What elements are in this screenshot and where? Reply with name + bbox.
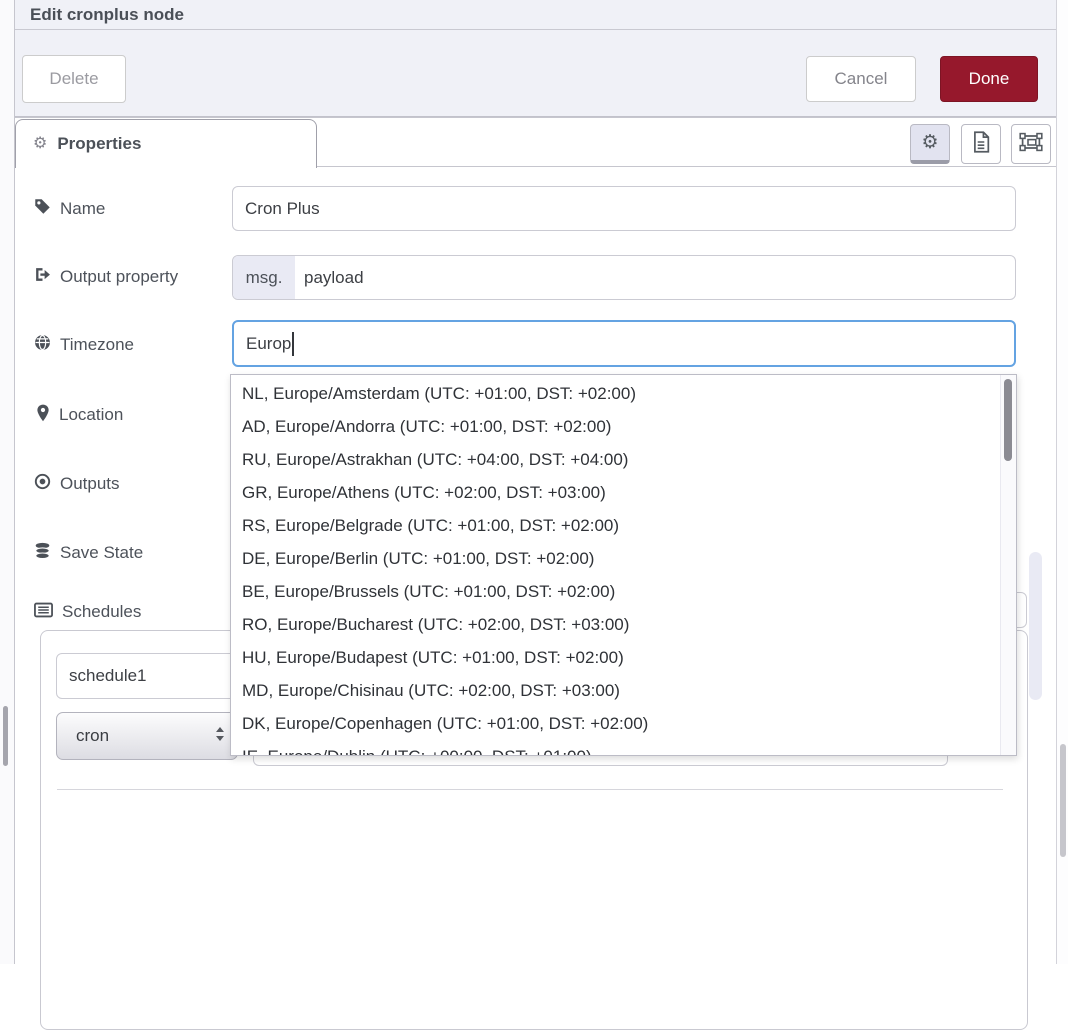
output-property-typed-input[interactable]: msg. payload — [232, 255, 1016, 300]
timezone-label: Timezone — [34, 332, 134, 358]
select-arrows-icon — [215, 726, 225, 747]
dot-circle-icon — [34, 473, 51, 495]
timezone-option[interactable]: RS, Europe/Belgrade (UTC: +01:00, DST: +… — [231, 509, 1016, 542]
done-button[interactable]: Done — [940, 56, 1038, 102]
gear-icon: ⚙ — [33, 136, 47, 152]
timezone-option[interactable]: HU, Europe/Budapest (UTC: +01:00, DST: +… — [231, 641, 1016, 674]
output-property-value[interactable]: payload — [295, 256, 1015, 299]
outputs-label: Outputs — [34, 471, 120, 497]
properties-tab-button[interactable]: ⚙ — [910, 124, 950, 164]
name-input[interactable] — [232, 186, 1016, 231]
dropdown-scrollbar-track[interactable] — [1000, 375, 1016, 755]
database-icon — [34, 542, 51, 565]
timezone-option[interactable]: GR, Europe/Athens (UTC: +02:00, DST: +03… — [231, 476, 1016, 509]
form-scrollbar-thumb[interactable] — [1029, 552, 1042, 700]
tab-properties[interactable]: ⚙ Properties — [15, 119, 317, 168]
timezone-option[interactable]: DE, Europe/Berlin (UTC: +01:00, DST: +02… — [231, 542, 1016, 575]
gear-icon: ⚙ — [921, 133, 938, 152]
name-label: Name — [34, 196, 105, 222]
timezone-input-text: Europ — [246, 334, 291, 354]
location-label: Location — [36, 402, 123, 428]
tray-resize-gutter — [0, 0, 15, 964]
map-marker-icon — [36, 404, 50, 427]
timezone-dropdown: NL, Europe/Amsterdam (UTC: +01:00, DST: … — [230, 374, 1017, 756]
timezone-input[interactable]: Europ — [232, 320, 1016, 367]
globe-icon — [34, 334, 51, 356]
document-icon — [971, 131, 991, 158]
tag-icon — [34, 198, 51, 220]
save-state-label: Save State — [34, 540, 143, 566]
dialog-title: Edit cronplus node — [30, 5, 184, 25]
schedule-type-value: cron — [76, 726, 109, 746]
dialog-header: Edit cronplus node — [15, 0, 1068, 30]
description-tab-button[interactable] — [961, 124, 1001, 164]
timezone-option[interactable]: DK, Europe/Copenhagen (UTC: +01:00, DST:… — [231, 707, 1016, 740]
tab-properties-label: Properties — [57, 134, 141, 154]
timezone-option[interactable]: AD, Europe/Andorra (UTC: +01:00, DST: +0… — [231, 410, 1016, 443]
page-scrollbar-thumb[interactable] — [1060, 744, 1066, 857]
schedule-separator — [57, 789, 1003, 790]
timezone-option[interactable]: BE, Europe/Brussels (UTC: +01:00, DST: +… — [231, 575, 1016, 608]
dialog-toolbar: Delete Cancel Done — [15, 30, 1068, 117]
timezone-option[interactable]: IE, Europe/Dublin (UTC: +00:00, DST: +01… — [231, 740, 1016, 756]
timezone-option[interactable]: MD, Europe/Chisinau (UTC: +02:00, DST: +… — [231, 674, 1016, 707]
appearance-tab-button[interactable] — [1011, 124, 1051, 164]
output-property-label: Output property — [34, 264, 178, 290]
timezone-option[interactable]: RO, Europe/Bucharest (UTC: +02:00, DST: … — [231, 608, 1016, 641]
timezone-option[interactable]: NL, Europe/Amsterdam (UTC: +01:00, DST: … — [231, 377, 1016, 410]
text-caret — [292, 332, 294, 356]
tab-bar: ⚙ Properties ⚙ — [15, 117, 1068, 167]
cancel-button[interactable]: Cancel — [806, 56, 916, 102]
timezone-option[interactable]: RU, Europe/Astrakhan (UTC: +04:00, DST: … — [231, 443, 1016, 476]
tray-drag-handle[interactable] — [3, 706, 8, 766]
delete-button[interactable]: Delete — [22, 55, 126, 103]
dropdown-scrollbar-thumb[interactable] — [1004, 379, 1012, 461]
msg-prefix-select[interactable]: msg. — [233, 256, 295, 299]
page-scrollbar-track[interactable] — [1056, 0, 1068, 964]
schedules-label: Schedules — [34, 599, 141, 625]
schedule-type-select[interactable]: cron — [56, 712, 238, 760]
timezone-option-list: NL, Europe/Amsterdam (UTC: +01:00, DST: … — [231, 375, 1016, 756]
list-table-icon — [34, 602, 53, 623]
sign-out-icon — [34, 266, 51, 288]
node-appearance-icon — [1019, 131, 1043, 158]
